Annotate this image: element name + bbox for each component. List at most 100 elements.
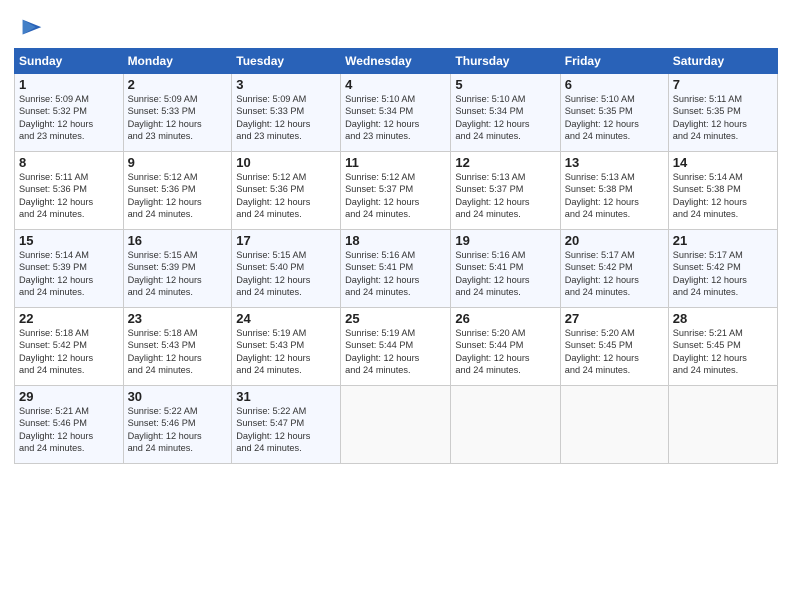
day-info: Sunrise: 5:13 AMSunset: 5:37 PMDaylight:…	[455, 171, 555, 221]
day-number: 17	[236, 233, 336, 248]
calendar-cell: 1Sunrise: 5:09 AMSunset: 5:32 PMDaylight…	[15, 74, 124, 152]
calendar-cell: 29Sunrise: 5:21 AMSunset: 5:46 PMDayligh…	[15, 386, 124, 464]
day-info: Sunrise: 5:10 AMSunset: 5:35 PMDaylight:…	[565, 93, 664, 143]
week-row-1: 8Sunrise: 5:11 AMSunset: 5:36 PMDaylight…	[15, 152, 778, 230]
calendar-cell	[668, 386, 777, 464]
day-number: 18	[345, 233, 446, 248]
day-info: Sunrise: 5:11 AMSunset: 5:36 PMDaylight:…	[19, 171, 119, 221]
calendar-cell: 6Sunrise: 5:10 AMSunset: 5:35 PMDaylight…	[560, 74, 668, 152]
day-number: 8	[19, 155, 119, 170]
day-info: Sunrise: 5:20 AMSunset: 5:45 PMDaylight:…	[565, 327, 664, 377]
calendar-cell: 20Sunrise: 5:17 AMSunset: 5:42 PMDayligh…	[560, 230, 668, 308]
calendar-cell: 23Sunrise: 5:18 AMSunset: 5:43 PMDayligh…	[123, 308, 232, 386]
day-info: Sunrise: 5:14 AMSunset: 5:39 PMDaylight:…	[19, 249, 119, 299]
calendar-cell: 15Sunrise: 5:14 AMSunset: 5:39 PMDayligh…	[15, 230, 124, 308]
day-number: 11	[345, 155, 446, 170]
day-info: Sunrise: 5:09 AMSunset: 5:32 PMDaylight:…	[19, 93, 119, 143]
day-number: 23	[128, 311, 228, 326]
day-number: 14	[673, 155, 773, 170]
calendar-cell: 22Sunrise: 5:18 AMSunset: 5:42 PMDayligh…	[15, 308, 124, 386]
calendar-cell: 27Sunrise: 5:20 AMSunset: 5:45 PMDayligh…	[560, 308, 668, 386]
dow-monday: Monday	[123, 49, 232, 74]
day-info: Sunrise: 5:22 AMSunset: 5:47 PMDaylight:…	[236, 405, 336, 455]
day-info: Sunrise: 5:11 AMSunset: 5:35 PMDaylight:…	[673, 93, 773, 143]
calendar-cell	[451, 386, 560, 464]
day-number: 13	[565, 155, 664, 170]
day-number: 7	[673, 77, 773, 92]
logo-icon	[17, 14, 45, 42]
week-row-0: 1Sunrise: 5:09 AMSunset: 5:32 PMDaylight…	[15, 74, 778, 152]
calendar-cell: 2Sunrise: 5:09 AMSunset: 5:33 PMDaylight…	[123, 74, 232, 152]
day-info: Sunrise: 5:13 AMSunset: 5:38 PMDaylight:…	[565, 171, 664, 221]
day-info: Sunrise: 5:10 AMSunset: 5:34 PMDaylight:…	[345, 93, 446, 143]
calendar-cell: 12Sunrise: 5:13 AMSunset: 5:37 PMDayligh…	[451, 152, 560, 230]
day-info: Sunrise: 5:17 AMSunset: 5:42 PMDaylight:…	[565, 249, 664, 299]
day-info: Sunrise: 5:17 AMSunset: 5:42 PMDaylight:…	[673, 249, 773, 299]
calendar-cell: 28Sunrise: 5:21 AMSunset: 5:45 PMDayligh…	[668, 308, 777, 386]
dow-friday: Friday	[560, 49, 668, 74]
day-number: 31	[236, 389, 336, 404]
day-info: Sunrise: 5:21 AMSunset: 5:46 PMDaylight:…	[19, 405, 119, 455]
day-info: Sunrise: 5:19 AMSunset: 5:44 PMDaylight:…	[345, 327, 446, 377]
calendar-cell	[341, 386, 451, 464]
week-row-3: 22Sunrise: 5:18 AMSunset: 5:42 PMDayligh…	[15, 308, 778, 386]
calendar-cell: 13Sunrise: 5:13 AMSunset: 5:38 PMDayligh…	[560, 152, 668, 230]
day-info: Sunrise: 5:19 AMSunset: 5:43 PMDaylight:…	[236, 327, 336, 377]
calendar-cell: 18Sunrise: 5:16 AMSunset: 5:41 PMDayligh…	[341, 230, 451, 308]
calendar-cell: 11Sunrise: 5:12 AMSunset: 5:37 PMDayligh…	[341, 152, 451, 230]
calendar-cell: 8Sunrise: 5:11 AMSunset: 5:36 PMDaylight…	[15, 152, 124, 230]
header	[14, 10, 778, 42]
day-number: 24	[236, 311, 336, 326]
calendar-cell: 31Sunrise: 5:22 AMSunset: 5:47 PMDayligh…	[232, 386, 341, 464]
day-info: Sunrise: 5:15 AMSunset: 5:40 PMDaylight:…	[236, 249, 336, 299]
calendar-cell: 16Sunrise: 5:15 AMSunset: 5:39 PMDayligh…	[123, 230, 232, 308]
day-number: 1	[19, 77, 119, 92]
dow-sunday: Sunday	[15, 49, 124, 74]
day-info: Sunrise: 5:22 AMSunset: 5:46 PMDaylight:…	[128, 405, 228, 455]
day-number: 22	[19, 311, 119, 326]
day-number: 26	[455, 311, 555, 326]
day-info: Sunrise: 5:18 AMSunset: 5:43 PMDaylight:…	[128, 327, 228, 377]
day-number: 25	[345, 311, 446, 326]
day-number: 6	[565, 77, 664, 92]
day-number: 19	[455, 233, 555, 248]
calendar-cell: 9Sunrise: 5:12 AMSunset: 5:36 PMDaylight…	[123, 152, 232, 230]
day-info: Sunrise: 5:12 AMSunset: 5:36 PMDaylight:…	[128, 171, 228, 221]
calendar-cell: 17Sunrise: 5:15 AMSunset: 5:40 PMDayligh…	[232, 230, 341, 308]
day-number: 29	[19, 389, 119, 404]
day-info: Sunrise: 5:18 AMSunset: 5:42 PMDaylight:…	[19, 327, 119, 377]
calendar-cell: 3Sunrise: 5:09 AMSunset: 5:33 PMDaylight…	[232, 74, 341, 152]
calendar-cell: 14Sunrise: 5:14 AMSunset: 5:38 PMDayligh…	[668, 152, 777, 230]
dow-wednesday: Wednesday	[341, 49, 451, 74]
days-of-week-row: SundayMondayTuesdayWednesdayThursdayFrid…	[15, 49, 778, 74]
calendar-cell: 10Sunrise: 5:12 AMSunset: 5:36 PMDayligh…	[232, 152, 341, 230]
calendar-body: 1Sunrise: 5:09 AMSunset: 5:32 PMDaylight…	[15, 74, 778, 464]
day-number: 9	[128, 155, 228, 170]
day-info: Sunrise: 5:16 AMSunset: 5:41 PMDaylight:…	[345, 249, 446, 299]
day-info: Sunrise: 5:09 AMSunset: 5:33 PMDaylight:…	[128, 93, 228, 143]
day-info: Sunrise: 5:12 AMSunset: 5:37 PMDaylight:…	[345, 171, 446, 221]
day-number: 5	[455, 77, 555, 92]
day-number: 4	[345, 77, 446, 92]
day-number: 28	[673, 311, 773, 326]
calendar-cell: 30Sunrise: 5:22 AMSunset: 5:46 PMDayligh…	[123, 386, 232, 464]
calendar-cell: 26Sunrise: 5:20 AMSunset: 5:44 PMDayligh…	[451, 308, 560, 386]
week-row-4: 29Sunrise: 5:21 AMSunset: 5:46 PMDayligh…	[15, 386, 778, 464]
dow-thursday: Thursday	[451, 49, 560, 74]
day-info: Sunrise: 5:10 AMSunset: 5:34 PMDaylight:…	[455, 93, 555, 143]
day-number: 21	[673, 233, 773, 248]
day-number: 30	[128, 389, 228, 404]
day-info: Sunrise: 5:20 AMSunset: 5:44 PMDaylight:…	[455, 327, 555, 377]
day-info: Sunrise: 5:12 AMSunset: 5:36 PMDaylight:…	[236, 171, 336, 221]
day-info: Sunrise: 5:15 AMSunset: 5:39 PMDaylight:…	[128, 249, 228, 299]
day-info: Sunrise: 5:09 AMSunset: 5:33 PMDaylight:…	[236, 93, 336, 143]
dow-tuesday: Tuesday	[232, 49, 341, 74]
day-number: 3	[236, 77, 336, 92]
page-container: SundayMondayTuesdayWednesdayThursdayFrid…	[0, 0, 792, 474]
day-number: 2	[128, 77, 228, 92]
calendar-table: SundayMondayTuesdayWednesdayThursdayFrid…	[14, 48, 778, 464]
calendar-cell: 7Sunrise: 5:11 AMSunset: 5:35 PMDaylight…	[668, 74, 777, 152]
day-number: 16	[128, 233, 228, 248]
dow-saturday: Saturday	[668, 49, 777, 74]
day-number: 12	[455, 155, 555, 170]
